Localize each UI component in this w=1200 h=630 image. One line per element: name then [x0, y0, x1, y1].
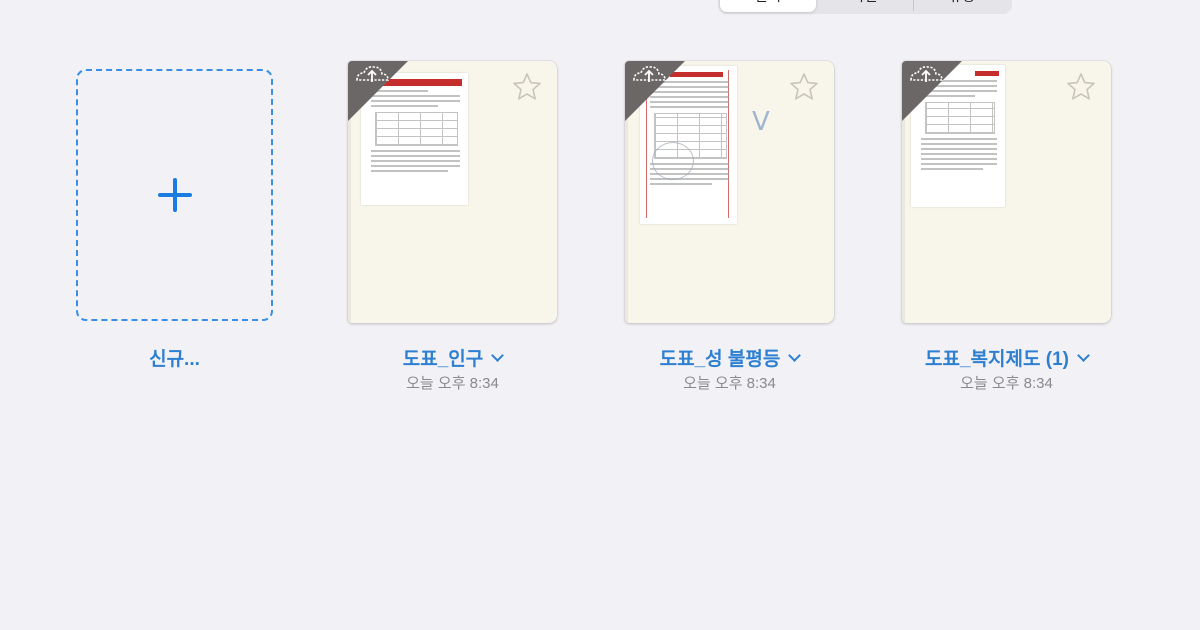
notebook-title[interactable]: 도표_복지제도 (1) — [902, 344, 1111, 370]
segment-types[interactable]: 유형 — [914, 0, 1010, 12]
notebook-title-text: 도표_복지제도 (1) — [925, 349, 1069, 370]
notebook-title-text: 도표_인구 — [402, 349, 484, 370]
star-outline-icon[interactable] — [788, 71, 820, 103]
handwritten-check-mark: V — [752, 107, 770, 137]
star-outline-icon[interactable] — [1065, 71, 1097, 103]
cloud-upload-icon — [902, 61, 962, 121]
new-document-label[interactable]: 신규... — [76, 344, 273, 371]
star-outline-icon[interactable] — [511, 71, 543, 103]
cloud-upload-icon — [625, 61, 685, 121]
notebook-tile[interactable] — [348, 61, 557, 323]
chevron-down-icon[interactable] — [491, 349, 505, 362]
view-segmented-control[interactable]: 문서 사진 유형 — [718, 0, 1012, 14]
notebook-date: 오늘 오후 8:34 — [683, 375, 776, 392]
notebook-title[interactable]: 도표_인구 — [348, 344, 557, 370]
segment-photos[interactable]: 사진 — [816, 0, 912, 12]
segment-documents[interactable]: 문서 — [720, 0, 817, 12]
chevron-down-icon[interactable] — [1077, 349, 1090, 362]
new-document-tile[interactable] — [76, 69, 273, 321]
chevron-down-icon[interactable] — [788, 349, 802, 362]
notebook-tile[interactable] — [902, 61, 1111, 323]
plus-icon — [157, 178, 192, 212]
cloud-upload-icon — [348, 61, 408, 121]
notebook-tile[interactable]: V — [625, 61, 834, 323]
notebook-date: 오늘 오후 8:34 — [960, 375, 1053, 392]
notebook-title-text: 도표_성 불평등 — [659, 349, 781, 370]
notebook-date: 오늘 오후 8:34 — [406, 375, 499, 392]
notebook-title[interactable]: 도표_성 불평등 — [625, 344, 834, 370]
